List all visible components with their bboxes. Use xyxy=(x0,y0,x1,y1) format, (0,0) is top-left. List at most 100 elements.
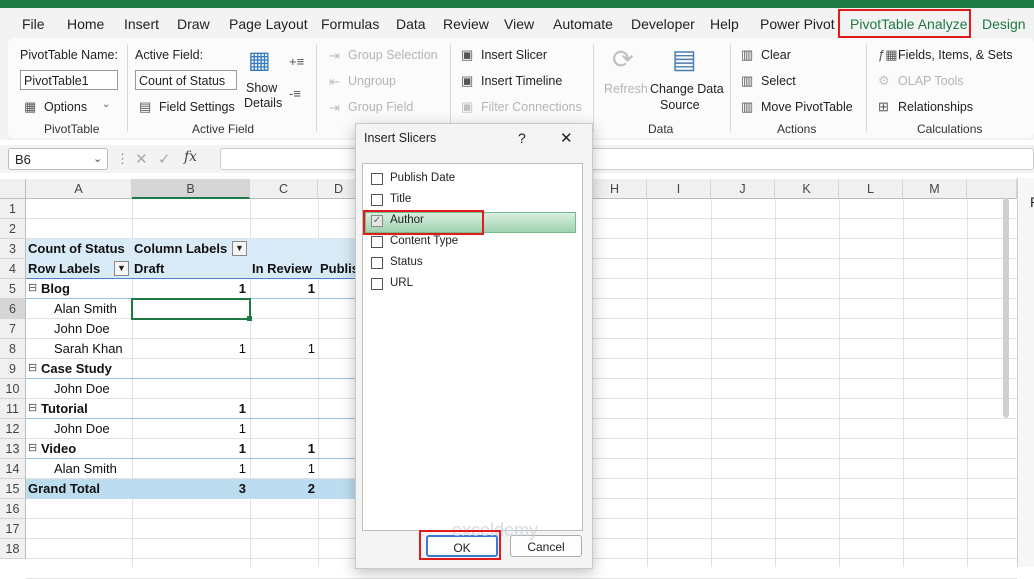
pivot-value-c[interactable]: 1 xyxy=(305,279,315,299)
field-checkbox[interactable] xyxy=(371,278,383,290)
row-header[interactable]: 6 xyxy=(0,299,26,319)
change-data-source-line1[interactable]: Change Data xyxy=(650,82,724,96)
column-header-n[interactable] xyxy=(967,179,1017,199)
row-header[interactable]: 13 xyxy=(0,439,26,459)
vertical-scrollbar[interactable] xyxy=(1003,198,1009,418)
fill-handle[interactable] xyxy=(247,316,252,321)
pivot-item-label[interactable]: John Doe xyxy=(54,319,110,339)
collapse-icon[interactable]: ⊟ xyxy=(28,281,37,294)
group-selection-button[interactable]: Group Selection xyxy=(348,48,438,62)
select-button[interactable]: Select xyxy=(761,74,796,88)
formula-input[interactable] xyxy=(220,148,1034,170)
field-settings-button[interactable]: Field Settings xyxy=(159,100,235,114)
name-box[interactable]: B6 ⌄ xyxy=(8,148,108,170)
pivottable-name-input[interactable]: PivotTable1 xyxy=(20,70,118,90)
column-header-m[interactable]: M xyxy=(903,179,967,199)
active-field-input[interactable]: Count of Status xyxy=(135,70,237,90)
pivot-value-c[interactable]: 1 xyxy=(305,439,315,459)
row-header[interactable]: 5 xyxy=(0,279,26,299)
row-header[interactable]: 12 xyxy=(0,419,26,439)
row-header[interactable]: 2 xyxy=(0,219,26,239)
column-filter-dropdown-icon[interactable]: ▼ xyxy=(232,241,247,256)
fields-items-sets-button[interactable]: Fields, Items, & Sets xyxy=(898,48,1013,62)
insert-timeline-button[interactable]: Insert Timeline xyxy=(481,74,562,88)
tab-formulas[interactable]: Formulas xyxy=(321,16,379,32)
pivot-value-b[interactable]: 1 xyxy=(236,339,246,359)
row-header[interactable]: 8 xyxy=(0,339,26,359)
chevron-down-icon[interactable]: ⌄ xyxy=(102,99,110,110)
options-button[interactable]: Options xyxy=(44,100,87,114)
cancel-entry-icon[interactable]: ✕ xyxy=(135,150,148,168)
tab-page-layout[interactable]: Page Layout xyxy=(229,16,308,32)
pivot-group-label[interactable]: Tutorial xyxy=(41,399,88,419)
pivot-group-label[interactable]: Blog xyxy=(41,279,70,299)
row-header[interactable]: 4 xyxy=(0,259,26,279)
row-header[interactable]: 17 xyxy=(0,519,26,539)
show-details-line2[interactable]: Details xyxy=(244,96,282,110)
move-pivottable-button[interactable]: Move PivotTable xyxy=(761,100,853,114)
pivot-value-b[interactable]: 1 xyxy=(236,419,246,439)
row-header[interactable]: 10 xyxy=(0,379,26,399)
pivot-value-c[interactable]: 1 xyxy=(305,339,315,359)
tab-automate[interactable]: Automate xyxy=(553,16,613,32)
pivot-column-labels[interactable]: Column Labels xyxy=(134,239,227,259)
row-header[interactable]: 11 xyxy=(0,399,26,419)
confirm-entry-icon[interactable]: ✓ xyxy=(158,150,171,168)
pivot-group-label[interactable]: Grand Total xyxy=(28,479,100,499)
tab-developer[interactable]: Developer xyxy=(631,16,695,32)
field-checkbox[interactable] xyxy=(371,236,383,248)
pivot-group-label[interactable]: Case Study xyxy=(41,359,112,379)
column-header-i[interactable]: I xyxy=(647,179,711,199)
field-checkbox[interactable] xyxy=(371,173,383,185)
close-icon[interactable]: ✕ xyxy=(560,129,573,147)
field-checkbox-label[interactable]: Content Type xyxy=(390,235,458,247)
field-checkbox[interactable] xyxy=(371,194,383,206)
pivot-value-c[interactable]: 2 xyxy=(305,479,315,499)
row-header[interactable]: 14 xyxy=(0,459,26,479)
refresh-button[interactable]: Refresh xyxy=(604,82,648,96)
tab-data[interactable]: Data xyxy=(396,16,426,32)
group-field-button[interactable]: Group Field xyxy=(348,100,413,114)
pivot-row-labels[interactable]: Row Labels xyxy=(28,259,100,279)
insert-function-icon[interactable]: fx xyxy=(184,149,197,165)
select-all-corner[interactable] xyxy=(0,179,26,199)
active-cell-selection[interactable] xyxy=(131,298,251,320)
pivot-value-b[interactable]: 1 xyxy=(236,439,246,459)
row-header[interactable]: 7 xyxy=(0,319,26,339)
row-header[interactable]: 18 xyxy=(0,539,26,559)
column-header-d[interactable]: D xyxy=(318,179,360,199)
row-filter-dropdown-icon[interactable]: ▼ xyxy=(114,261,129,276)
tab-help[interactable]: Help xyxy=(710,16,739,32)
field-checkbox-label[interactable]: Status xyxy=(390,256,423,268)
row-header[interactable]: 9 xyxy=(0,359,26,379)
column-header-c[interactable]: C xyxy=(250,179,318,199)
collapse-field-icon[interactable]: -≡ xyxy=(289,86,301,101)
clear-button[interactable]: Clear xyxy=(761,48,791,62)
ungroup-button[interactable]: Ungroup xyxy=(348,74,396,88)
column-header-a[interactable]: A xyxy=(26,179,132,199)
collapse-icon[interactable]: ⊟ xyxy=(28,401,37,414)
row-header[interactable]: 3 xyxy=(0,239,26,259)
show-details-line1[interactable]: Show xyxy=(246,81,277,95)
tab-design[interactable]: Design xyxy=(982,16,1026,32)
tab-power-pivot[interactable]: Power Pivot xyxy=(760,16,835,32)
tab-insert[interactable]: Insert xyxy=(124,16,159,32)
tab-file[interactable]: File xyxy=(22,16,45,32)
tab-view[interactable]: View xyxy=(504,16,534,32)
pivot-item-label[interactable]: Alan Smith xyxy=(54,459,117,479)
pivot-value-c[interactable]: 1 xyxy=(305,459,315,479)
more-options-icon[interactable]: ⋮ xyxy=(116,151,129,167)
collapse-icon[interactable]: ⊟ xyxy=(28,361,37,374)
help-icon[interactable]: ? xyxy=(518,130,526,146)
pivot-item-label[interactable]: John Doe xyxy=(54,379,110,399)
chevron-down-icon[interactable]: ⌄ xyxy=(93,152,102,165)
column-header-l[interactable]: L xyxy=(839,179,903,199)
pivot-value-b[interactable]: 1 xyxy=(236,459,246,479)
column-header-b[interactable]: B xyxy=(132,179,250,199)
olap-tools-button[interactable]: OLAP Tools xyxy=(898,74,964,88)
field-checkbox[interactable] xyxy=(371,257,383,269)
expand-field-icon[interactable]: +≡ xyxy=(289,54,304,69)
collapse-icon[interactable]: ⊟ xyxy=(28,441,37,454)
row-header[interactable]: 15 xyxy=(0,479,26,499)
pivot-item-label[interactable]: Alan Smith xyxy=(54,299,117,319)
